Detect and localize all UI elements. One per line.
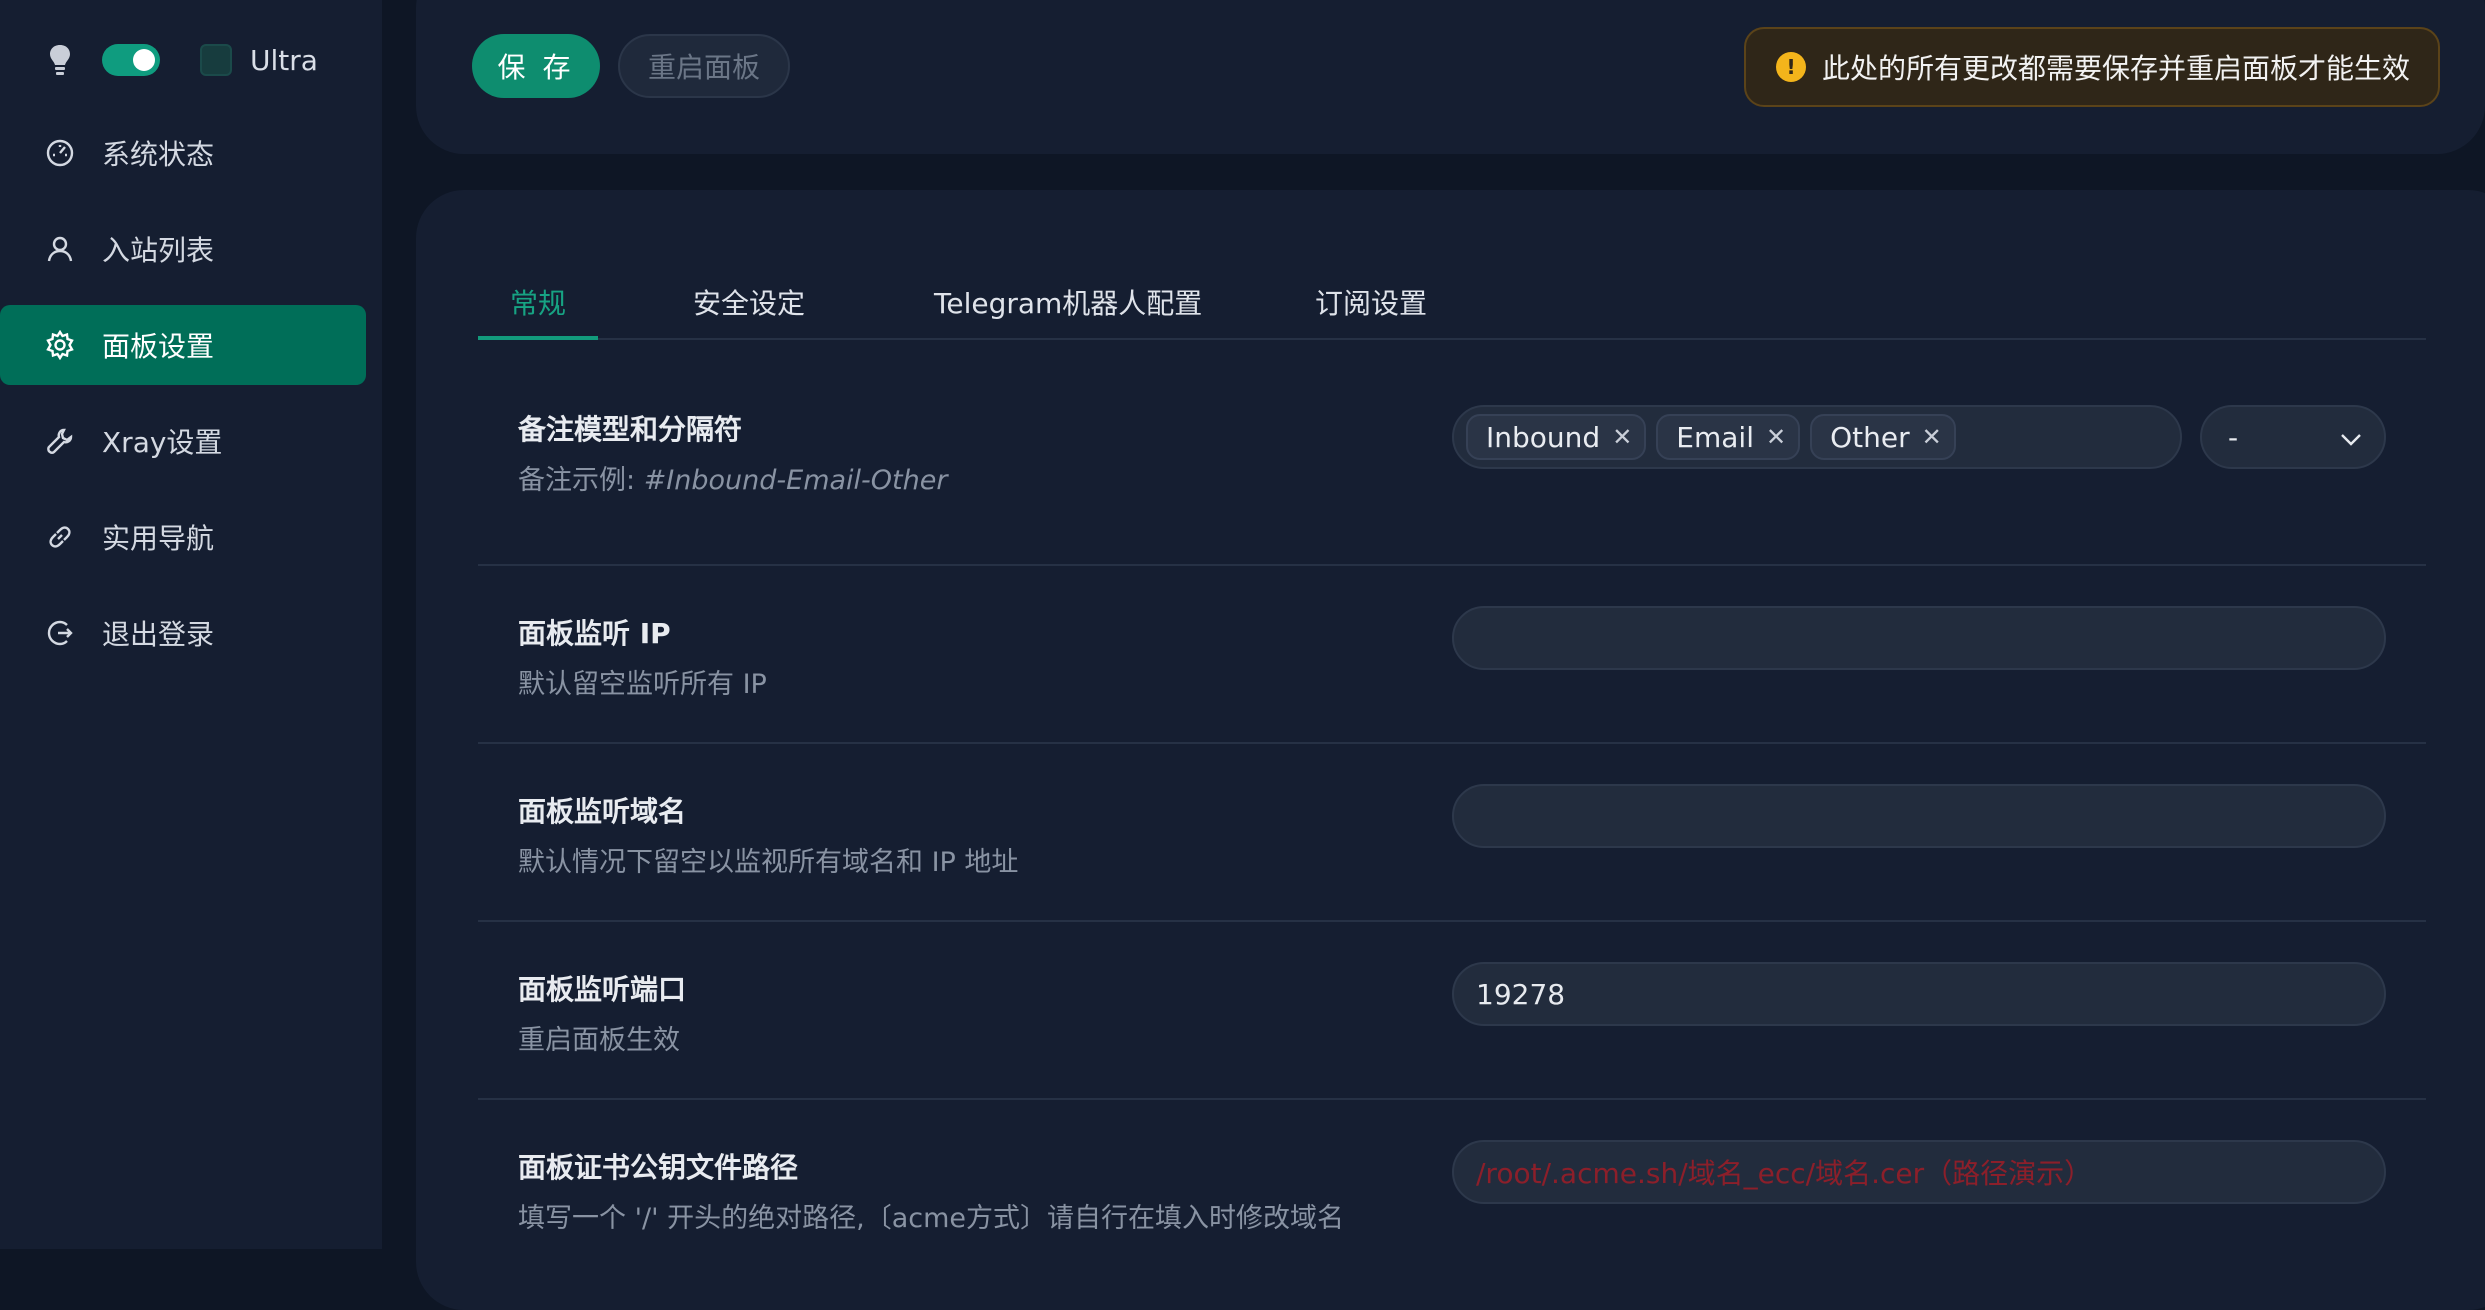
setting-title: 面板监听 IP [518, 617, 671, 650]
alert-text: 此处的所有更改都需要保存并重启面板才能生效 [1822, 52, 2411, 85]
sidebar-item-label: 入站列表 [102, 234, 215, 267]
dashboard-icon [42, 135, 78, 171]
setting-title: 面板证书公钥文件路径 [518, 1151, 799, 1184]
setting-title: 面板监听域名 [518, 795, 687, 828]
setting-row-listen-domain: 面板监听域名 默认情况下留空以监视所有域名和 IP 地址 [478, 744, 2426, 922]
toggle-knob [133, 49, 155, 71]
restart-panel-button[interactable]: 重启面板 [618, 34, 790, 98]
sidebar-item-label: Xray设置 [102, 426, 223, 459]
tab-general[interactable]: 常规 [510, 270, 566, 340]
remark-example: #Inbound-Email-Other [643, 465, 948, 496]
tag-label: Other [1830, 420, 1910, 454]
setting-desc: 默认情况下留空以监视所有域名和 IP 地址 [518, 847, 1019, 878]
warning-icon: ! [1776, 52, 1806, 82]
close-icon[interactable]: ✕ [1612, 423, 1632, 451]
sidebar: Ultra 系统状态 入站列表 面板设置 Xray设置 实用导航 退出登录 [0, 0, 382, 1249]
listen-domain-input[interactable] [1452, 784, 2386, 848]
gear-icon [42, 327, 78, 363]
sidebar-item-label: 实用导航 [102, 522, 215, 555]
setting-desc: 重启面板生效 [518, 1025, 680, 1056]
sidebar-item-panel-settings[interactable]: 面板设置 [0, 305, 366, 385]
listen-ip-input[interactable] [1452, 606, 2386, 670]
separator-select[interactable]: - [2200, 405, 2386, 469]
setting-row-cert-path: 面板证书公钥文件路径 填写一个 '/' 开头的绝对路径,〔acme方式〕请自行在… [478, 1100, 2426, 1249]
tag-other: Other ✕ [1810, 414, 1956, 460]
setting-desc: 填写一个 '/' 开头的绝对路径,〔acme方式〕请自行在填入时修改域名 [518, 1203, 1344, 1234]
ultra-label: Ultra [250, 43, 318, 77]
close-icon[interactable]: ✕ [1922, 423, 1942, 451]
tab-subscription[interactable]: 订阅设置 [1315, 270, 1427, 340]
setting-row-remark: 备注模型和分隔符 备注示例: #Inbound-Email-Other Inbo… [478, 340, 2426, 566]
remark-desc-prefix: 备注示例: [518, 465, 644, 496]
cert-path-input[interactable]: /root/.acme.sh/域名_ecc/域名.cer（路径演示） [1452, 1140, 2386, 1204]
setting-desc: 默认留空监听所有 IP [518, 669, 767, 700]
setting-row-listen-ip: 面板监听 IP 默认留空监听所有 IP [478, 566, 2426, 744]
sidebar-item-system-status[interactable]: 系统状态 [0, 113, 366, 193]
setting-title: 面板监听端口 [518, 973, 687, 1006]
dark-mode-toggle[interactable] [102, 44, 160, 76]
sidebar-item-label: 退出登录 [102, 618, 215, 651]
tag-label: Inbound [1486, 420, 1601, 454]
chevron-down-icon [2340, 421, 2362, 454]
tag-inbound: Inbound ✕ [1466, 414, 1647, 460]
settings-tabs: 常规 安全设定 Telegram机器人配置 订阅设置 [478, 270, 2426, 340]
ultra-checkbox[interactable] [200, 44, 232, 76]
tag-email: Email ✕ [1656, 414, 1801, 460]
close-icon[interactable]: ✕ [1766, 423, 1786, 451]
sidebar-item-logout[interactable]: 退出登录 [0, 593, 366, 673]
wrench-icon [42, 423, 78, 459]
sidebar-item-xray-settings[interactable]: Xray设置 [0, 401, 366, 481]
separator-value: - [2228, 420, 2239, 454]
tab-telegram[interactable]: Telegram机器人配置 [934, 270, 1202, 340]
setting-desc: 备注示例: #Inbound-Email-Other [518, 458, 947, 497]
listen-port-input[interactable]: 19278 [1452, 962, 2386, 1026]
lightbulb-icon[interactable] [40, 38, 80, 82]
save-button[interactable]: 保 存 [472, 34, 600, 98]
sidebar-item-navigation[interactable]: 实用导航 [0, 497, 366, 577]
remark-model-select[interactable]: Inbound ✕ Email ✕ Other ✕ [1452, 405, 2182, 469]
theme-controls: Ultra [40, 38, 318, 82]
link-icon [42, 519, 78, 555]
tab-security[interactable]: 安全设定 [693, 270, 805, 340]
tag-label: Email [1676, 420, 1754, 454]
restart-warning-alert: ! 此处的所有更改都需要保存并重启面板才能生效 [1744, 27, 2440, 107]
cert-path-placeholder: /root/.acme.sh/域名_ecc/域名.cer（路径演示） [1476, 1157, 2093, 1190]
logout-icon [42, 615, 78, 651]
setting-row-listen-port: 面板监听端口 重启面板生效 19278 [478, 922, 2426, 1100]
sidebar-item-label: 系统状态 [102, 138, 215, 171]
user-icon [42, 231, 78, 267]
sidebar-item-inbounds[interactable]: 入站列表 [0, 209, 366, 289]
setting-title: 备注模型和分隔符 [518, 413, 743, 446]
sidebar-item-label: 面板设置 [102, 330, 215, 363]
